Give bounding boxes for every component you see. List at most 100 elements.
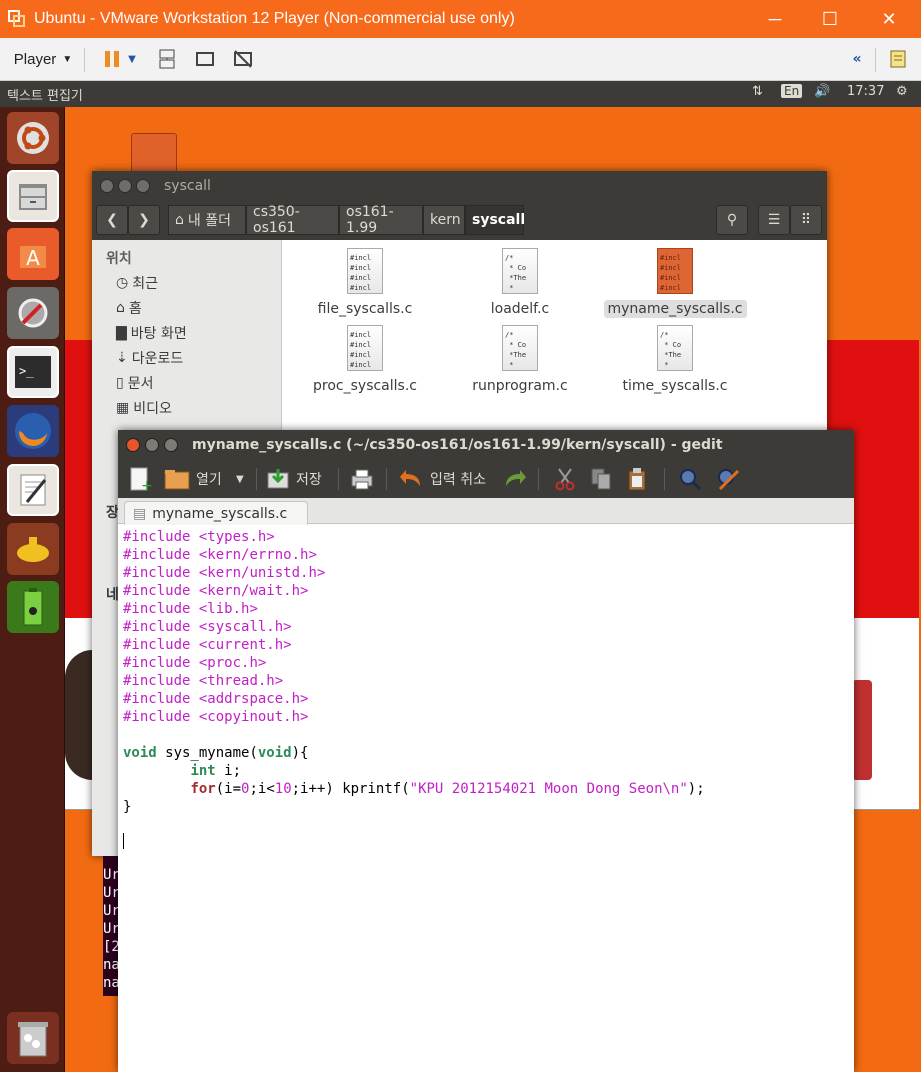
include-path: <thread.h> bbox=[198, 673, 284, 689]
file-item[interactable]: #incl #incl #incl #incl file_syscalls.c bbox=[300, 248, 430, 318]
include-directive: #include bbox=[123, 709, 191, 725]
launcher-firefox[interactable] bbox=[7, 405, 59, 457]
save-button[interactable]: 저장 bbox=[266, 464, 322, 494]
breadcrumb-item[interactable]: cs350-os161 bbox=[246, 204, 339, 236]
window-maximize-button[interactable] bbox=[136, 179, 150, 193]
breadcrumb-current[interactable]: syscall bbox=[465, 205, 525, 235]
open-button[interactable]: 열기 bbox=[164, 464, 222, 494]
maximize-button[interactable]: ☐ bbox=[803, 0, 857, 38]
launcher-terminal[interactable]: >_ bbox=[7, 346, 59, 398]
breadcrumb-item[interactable]: kern bbox=[423, 205, 465, 235]
send-keys-button[interactable] bbox=[152, 46, 182, 72]
file-item[interactable]: #incl #incl #incl #incl proc_syscalls.c bbox=[300, 325, 430, 395]
player-menu-button[interactable]: Player ▼ bbox=[8, 46, 78, 72]
clock[interactable]: 17:37 bbox=[847, 84, 884, 99]
notes-button[interactable] bbox=[885, 46, 911, 72]
launcher-genie-app[interactable] bbox=[7, 523, 59, 575]
view-menu-button[interactable]: ☰ bbox=[758, 205, 790, 235]
forward-button[interactable]: ❯ bbox=[128, 205, 160, 235]
settings-gear-icon[interactable]: ⚙ bbox=[896, 84, 908, 99]
file-item[interactable]: /* * Co *The * time_syscalls.c bbox=[610, 325, 740, 395]
save-label: 저장 bbox=[296, 472, 322, 488]
toolbar-divider bbox=[338, 468, 339, 490]
file-item-selected[interactable]: #incl #incl #incl #incl myname_syscalls.… bbox=[600, 248, 750, 318]
collapse-toolbar-button[interactable]: « bbox=[845, 46, 869, 72]
sidebar-item-videos[interactable]: ▦ 비디오 bbox=[116, 397, 172, 419]
sidebar-item-home[interactable]: ⌂ 홈 bbox=[116, 297, 142, 319]
sidebar-item-downloads[interactable]: ⇣ 다운로드 bbox=[116, 347, 183, 369]
close-button[interactable]: ✕ bbox=[862, 0, 916, 38]
sidebar-header: 위치 bbox=[106, 251, 132, 267]
document-tab-label: myname_syscalls.c bbox=[152, 505, 288, 522]
undo-button[interactable]: 입력 취소 bbox=[398, 464, 486, 494]
launcher-battery-app[interactable] bbox=[7, 581, 59, 633]
printer-icon bbox=[351, 469, 373, 490]
toolbar-divider bbox=[538, 468, 539, 490]
cut-button[interactable] bbox=[554, 464, 576, 494]
search-button[interactable]: ⚲ bbox=[716, 205, 748, 235]
file-item[interactable]: /* * Co *The * loadelf.c bbox=[455, 248, 585, 318]
double-chevron-left-icon: « bbox=[852, 51, 862, 67]
breadcrumb-home[interactable]: ⌂ 내 폴더 bbox=[168, 205, 246, 235]
code-line: } bbox=[123, 798, 851, 816]
redo-button[interactable] bbox=[502, 464, 528, 494]
film-icon: ▦ bbox=[116, 400, 130, 416]
code-editor[interactable]: #include <types.h> #include <kern/errno.h… bbox=[123, 528, 851, 816]
launcher-system-settings[interactable] bbox=[7, 287, 59, 339]
copy-icon bbox=[591, 468, 611, 490]
pause-button[interactable]: ▼ bbox=[94, 46, 144, 72]
code-line: #include <types.h> bbox=[123, 528, 851, 546]
unity-launcher: A >_ bbox=[0, 107, 65, 1072]
fullscreen-button[interactable] bbox=[190, 46, 220, 72]
unity-mode-button[interactable] bbox=[228, 46, 258, 72]
window-minimize-button[interactable] bbox=[145, 438, 159, 452]
launcher-software-center[interactable]: A bbox=[7, 228, 59, 280]
launcher-text-editor[interactable] bbox=[7, 464, 59, 516]
open-dropdown-button[interactable]: ▼ bbox=[236, 464, 244, 494]
print-button[interactable] bbox=[350, 464, 374, 494]
volume-icon[interactable]: 🔊 bbox=[814, 84, 830, 99]
breadcrumb-item[interactable]: os161-1.99 bbox=[339, 204, 423, 236]
code-line: void sys_myname(void){ bbox=[123, 744, 851, 762]
sidebar-item-documents[interactable]: ▯ 문서 bbox=[116, 372, 153, 394]
file-item[interactable]: /* * Co *The * runprogram.c bbox=[455, 325, 585, 395]
grid-view-button[interactable]: ⠿ bbox=[790, 205, 822, 235]
code-line: #include <lib.h> bbox=[123, 600, 851, 618]
hamburger-menu-icon: ☰ bbox=[767, 212, 781, 228]
document-tab[interactable]: ▤ myname_syscalls.c bbox=[124, 501, 308, 525]
copy-button[interactable] bbox=[590, 464, 612, 494]
network-icon[interactable]: ⇅ bbox=[752, 84, 763, 99]
window-maximize-button[interactable] bbox=[164, 438, 178, 452]
launcher-trash[interactable] bbox=[7, 1012, 59, 1064]
back-button[interactable]: ❮ bbox=[96, 205, 128, 235]
launcher-files[interactable] bbox=[7, 170, 59, 222]
input-language-indicator[interactable]: En bbox=[781, 84, 803, 98]
pause-icon bbox=[105, 51, 120, 67]
window-close-button[interactable] bbox=[100, 179, 114, 193]
sidebar-item-label: 다운로드 bbox=[131, 351, 184, 367]
sidebar-item-desktop[interactable]: ▇ 바탕 화면 bbox=[116, 322, 187, 344]
include-directive: #include bbox=[123, 565, 191, 581]
include-path: <types.h> bbox=[198, 529, 275, 545]
file-name: file_syscalls.c bbox=[317, 301, 413, 317]
type-keyword: int bbox=[190, 763, 216, 779]
window-minimize-button[interactable] bbox=[118, 179, 132, 193]
toolbar-divider bbox=[386, 468, 387, 490]
paste-button[interactable] bbox=[626, 464, 648, 494]
folder-icon: ▇ bbox=[116, 325, 127, 341]
sidebar-partial-header: 장 bbox=[106, 505, 119, 521]
terminal-icon: >_ bbox=[15, 356, 51, 388]
desktop-folder-icon[interactable] bbox=[131, 133, 177, 173]
find-replace-button[interactable] bbox=[716, 464, 740, 494]
control-keyword: for bbox=[190, 781, 216, 797]
sidebar-item-recent[interactable]: ◷ 최근 bbox=[116, 272, 158, 294]
launcher-dash-home[interactable] bbox=[7, 112, 59, 164]
window-close-button[interactable] bbox=[126, 438, 140, 452]
gedit-title: myname_syscalls.c (~/cs350-os161/os161-1… bbox=[192, 437, 723, 453]
ubuntu-top-panel: 텍스트 편집기 ⇅ En 🔊 17:37 ⚙ bbox=[0, 81, 921, 107]
c-source-file-icon: #incl #incl #incl #incl bbox=[347, 248, 383, 294]
new-document-button[interactable]: + bbox=[128, 464, 152, 494]
minimize-button[interactable]: ─ bbox=[748, 0, 802, 38]
find-button[interactable] bbox=[678, 464, 702, 494]
include-path: <kern/wait.h> bbox=[198, 583, 309, 599]
